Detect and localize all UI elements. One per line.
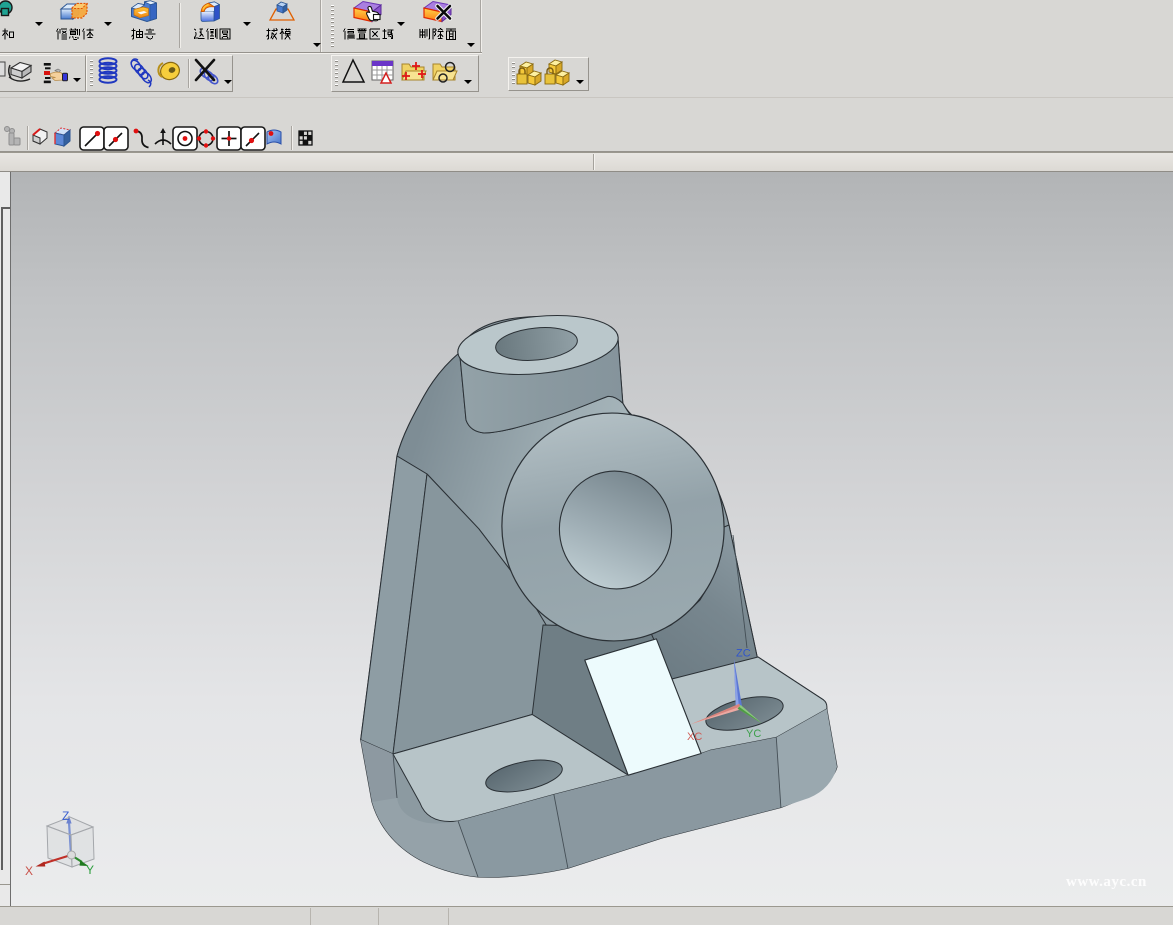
svg-text:XC: XC — [687, 731, 702, 743]
svg-text:X: X — [25, 864, 33, 878]
svg-text:YC: YC — [746, 728, 761, 740]
svg-text:Y: Y — [86, 863, 94, 877]
svg-text:Z: Z — [62, 809, 69, 823]
svg-text:ZC: ZC — [736, 648, 751, 660]
